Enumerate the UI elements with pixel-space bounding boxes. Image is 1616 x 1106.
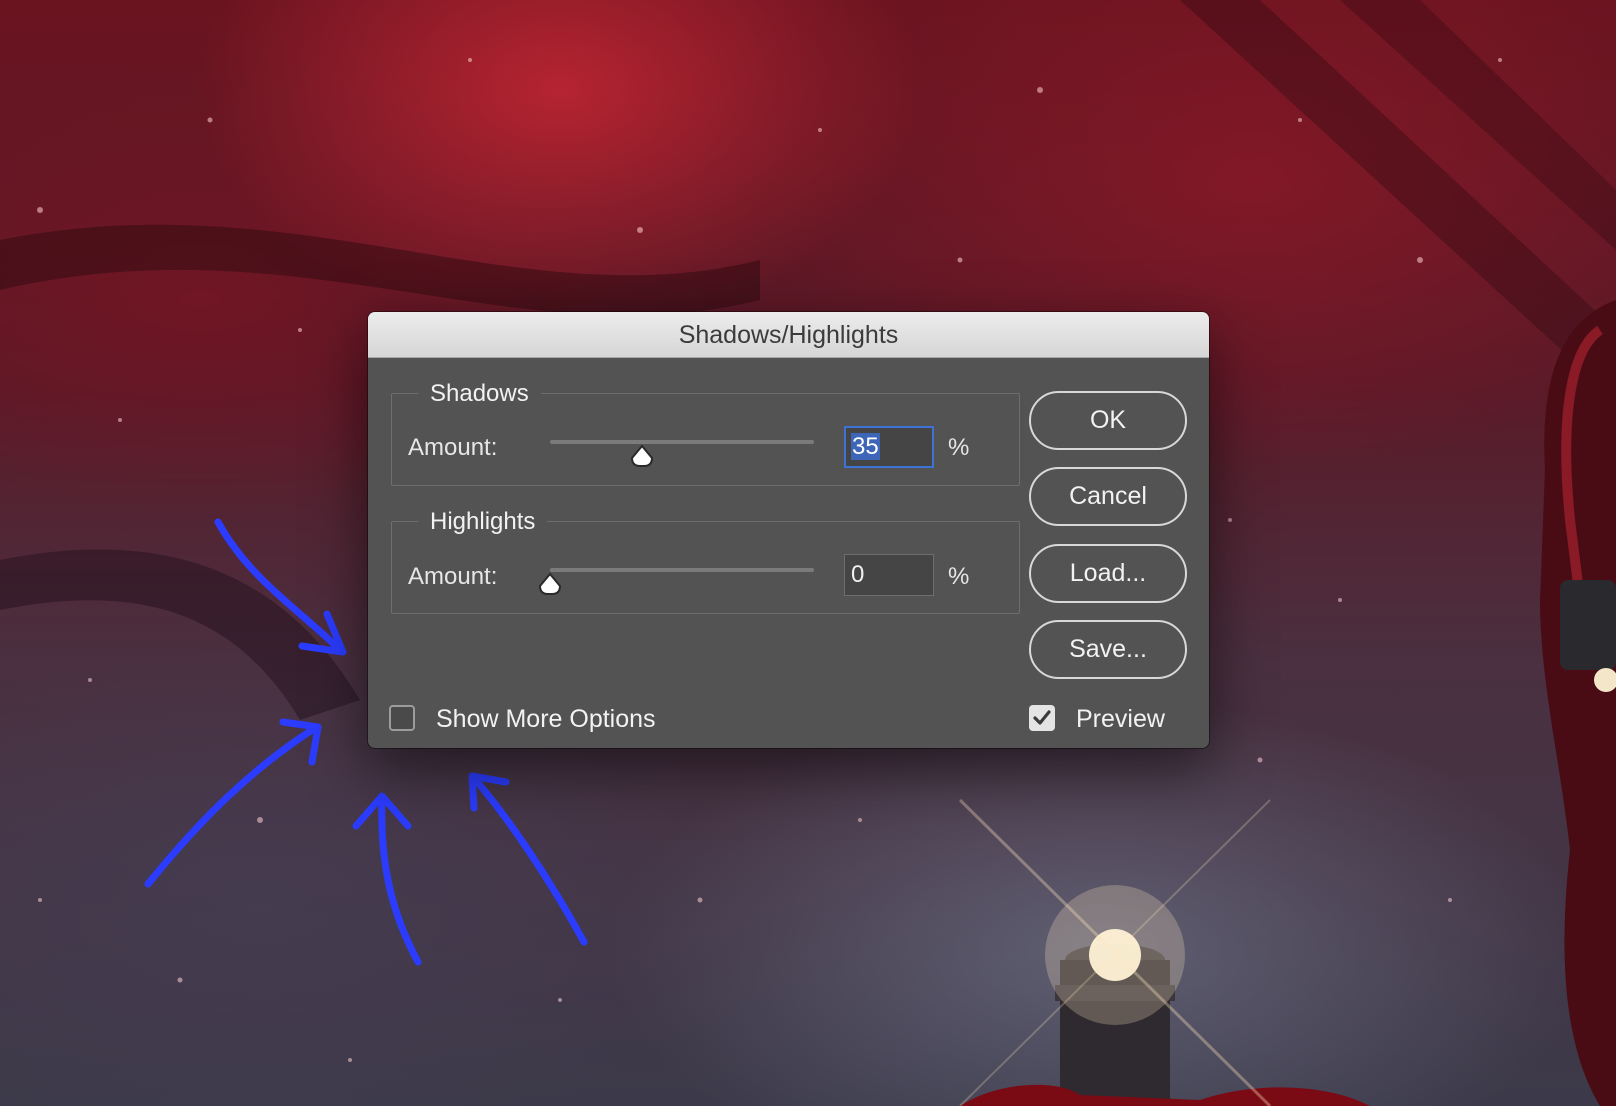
highlights-amount-value: 0 [851, 561, 865, 588]
cancel-button[interactable]: Cancel [1029, 467, 1187, 526]
preview-label[interactable]: Preview [1076, 705, 1165, 734]
shadows-highlights-dialog: Shadows/Highlights Shadows Amount: 35 % … [368, 312, 1209, 748]
highlights-slider-thumb[interactable] [538, 572, 562, 596]
preview-checkbox[interactable] [1029, 705, 1055, 731]
highlights-group: Highlights Amount: 0 % [391, 505, 1020, 614]
show-more-options-checkbox[interactable] [389, 705, 415, 731]
checkmark-icon [1033, 710, 1051, 725]
shadows-amount-slider[interactable] [550, 440, 814, 444]
dialog-title: Shadows/Highlights [368, 312, 1209, 358]
highlights-amount-label: Amount: [408, 563, 498, 590]
shadows-legend: Shadows [418, 377, 541, 411]
highlights-legend: Highlights [418, 505, 548, 539]
highlights-percent-label: % [948, 563, 970, 590]
highlights-amount-slider[interactable] [550, 568, 814, 572]
shadows-percent-label: % [948, 434, 970, 461]
highlights-amount-input[interactable]: 0 [844, 554, 934, 596]
shadows-amount-input[interactable]: 35 [844, 426, 934, 468]
ok-button[interactable]: OK [1029, 391, 1187, 450]
show-more-options-label[interactable]: Show More Options [436, 705, 656, 734]
load-button[interactable]: Load... [1029, 544, 1187, 603]
shadows-amount-value: 35 [851, 433, 880, 460]
shadows-slider-thumb[interactable] [630, 444, 654, 468]
save-button[interactable]: Save... [1029, 620, 1187, 679]
shadows-group: Shadows Amount: 35 % [391, 377, 1020, 486]
shadows-amount-label: Amount: [408, 434, 498, 461]
